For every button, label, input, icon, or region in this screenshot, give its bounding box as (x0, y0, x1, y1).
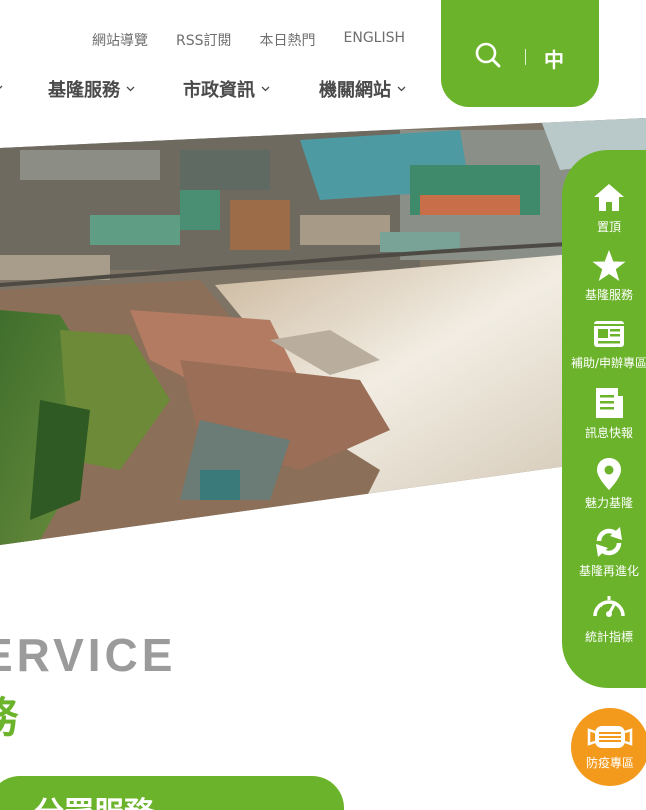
tab-label: 分眾服務 (34, 788, 154, 810)
location-pin-icon (597, 458, 621, 490)
section-title-english: ERVICE (0, 629, 177, 681)
site-map-link[interactable]: 網站導覽 (92, 30, 148, 50)
chevron-down-icon (0, 85, 3, 89)
nav-label: 基隆服務 (48, 80, 120, 101)
quick-menu-label: 基隆再進化 (578, 564, 639, 578)
refresh-icon (596, 527, 622, 557)
main-navigation: 基隆服務 市政資訊 機關網站 (0, 76, 430, 102)
quick-menu-evolution[interactable]: 基隆再進化 (562, 524, 646, 579)
document-icon (596, 388, 623, 418)
audience-services-tab[interactable]: 分眾服務 (0, 776, 344, 810)
nav-city-info[interactable]: 市政資訊 (183, 76, 270, 102)
quick-menu-label: 置頂 (596, 220, 621, 234)
quick-menu-label: 補助/申辦專區 (570, 356, 646, 370)
nav-agency-sites[interactable]: 機關網站 (319, 76, 406, 102)
chevron-down-icon (126, 86, 135, 92)
quick-menu-charm[interactable]: 魅力基隆 (562, 456, 646, 511)
quick-menu-statistics[interactable]: 統計指標 (562, 590, 646, 645)
rss-link[interactable]: RSS訂閱 (176, 30, 232, 50)
quick-menu-top[interactable]: 置頂 (562, 180, 646, 235)
popular-today-link[interactable]: 本日熱門 (260, 30, 316, 50)
quick-menu-services[interactable]: 基隆服務 (562, 248, 646, 303)
quick-menu-subsidy[interactable]: 補助/申辦專區 (562, 316, 646, 371)
utility-links: 網站導覽 RSS訂閱 本日熱門 ENGLISH (92, 30, 405, 50)
hero-banner-image (0, 118, 646, 545)
id-card-icon (594, 321, 624, 347)
nav-keelung-services[interactable]: 基隆服務 (48, 76, 135, 102)
quick-menu-label: 基隆服務 (584, 288, 633, 302)
star-icon (592, 250, 626, 281)
english-link[interactable]: ENGLISH (344, 30, 406, 50)
search-icon[interactable] (474, 41, 502, 69)
nav-label: 機關網站 (319, 80, 391, 101)
quick-menu-label: 訊息快報 (584, 426, 633, 440)
chevron-down-icon (261, 86, 270, 92)
epidemic-prevention-button[interactable]: 防疫專區 (571, 708, 646, 786)
quick-menu: 置頂 基隆服務 補助/申辦專區 訊息快報 魅力基隆 基隆再進化 統計指標 (562, 150, 646, 688)
mask-icon (587, 726, 633, 748)
chevron-down-icon (397, 86, 406, 92)
language-toggle[interactable]: 中 (544, 44, 564, 73)
nav-label: 市政資訊 (183, 80, 255, 101)
gauge-icon (593, 596, 625, 617)
quick-menu-label: 魅力基隆 (584, 496, 633, 510)
home-icon (594, 184, 624, 211)
quick-menu-label: 統計指標 (584, 630, 633, 644)
search-language-panel: 中 (441, 0, 599, 107)
epidemic-label: 防疫專區 (585, 756, 634, 770)
divider (525, 49, 526, 65)
section-title-chinese: 務 (0, 684, 18, 745)
quick-menu-news[interactable]: 訊息快報 (562, 386, 646, 441)
